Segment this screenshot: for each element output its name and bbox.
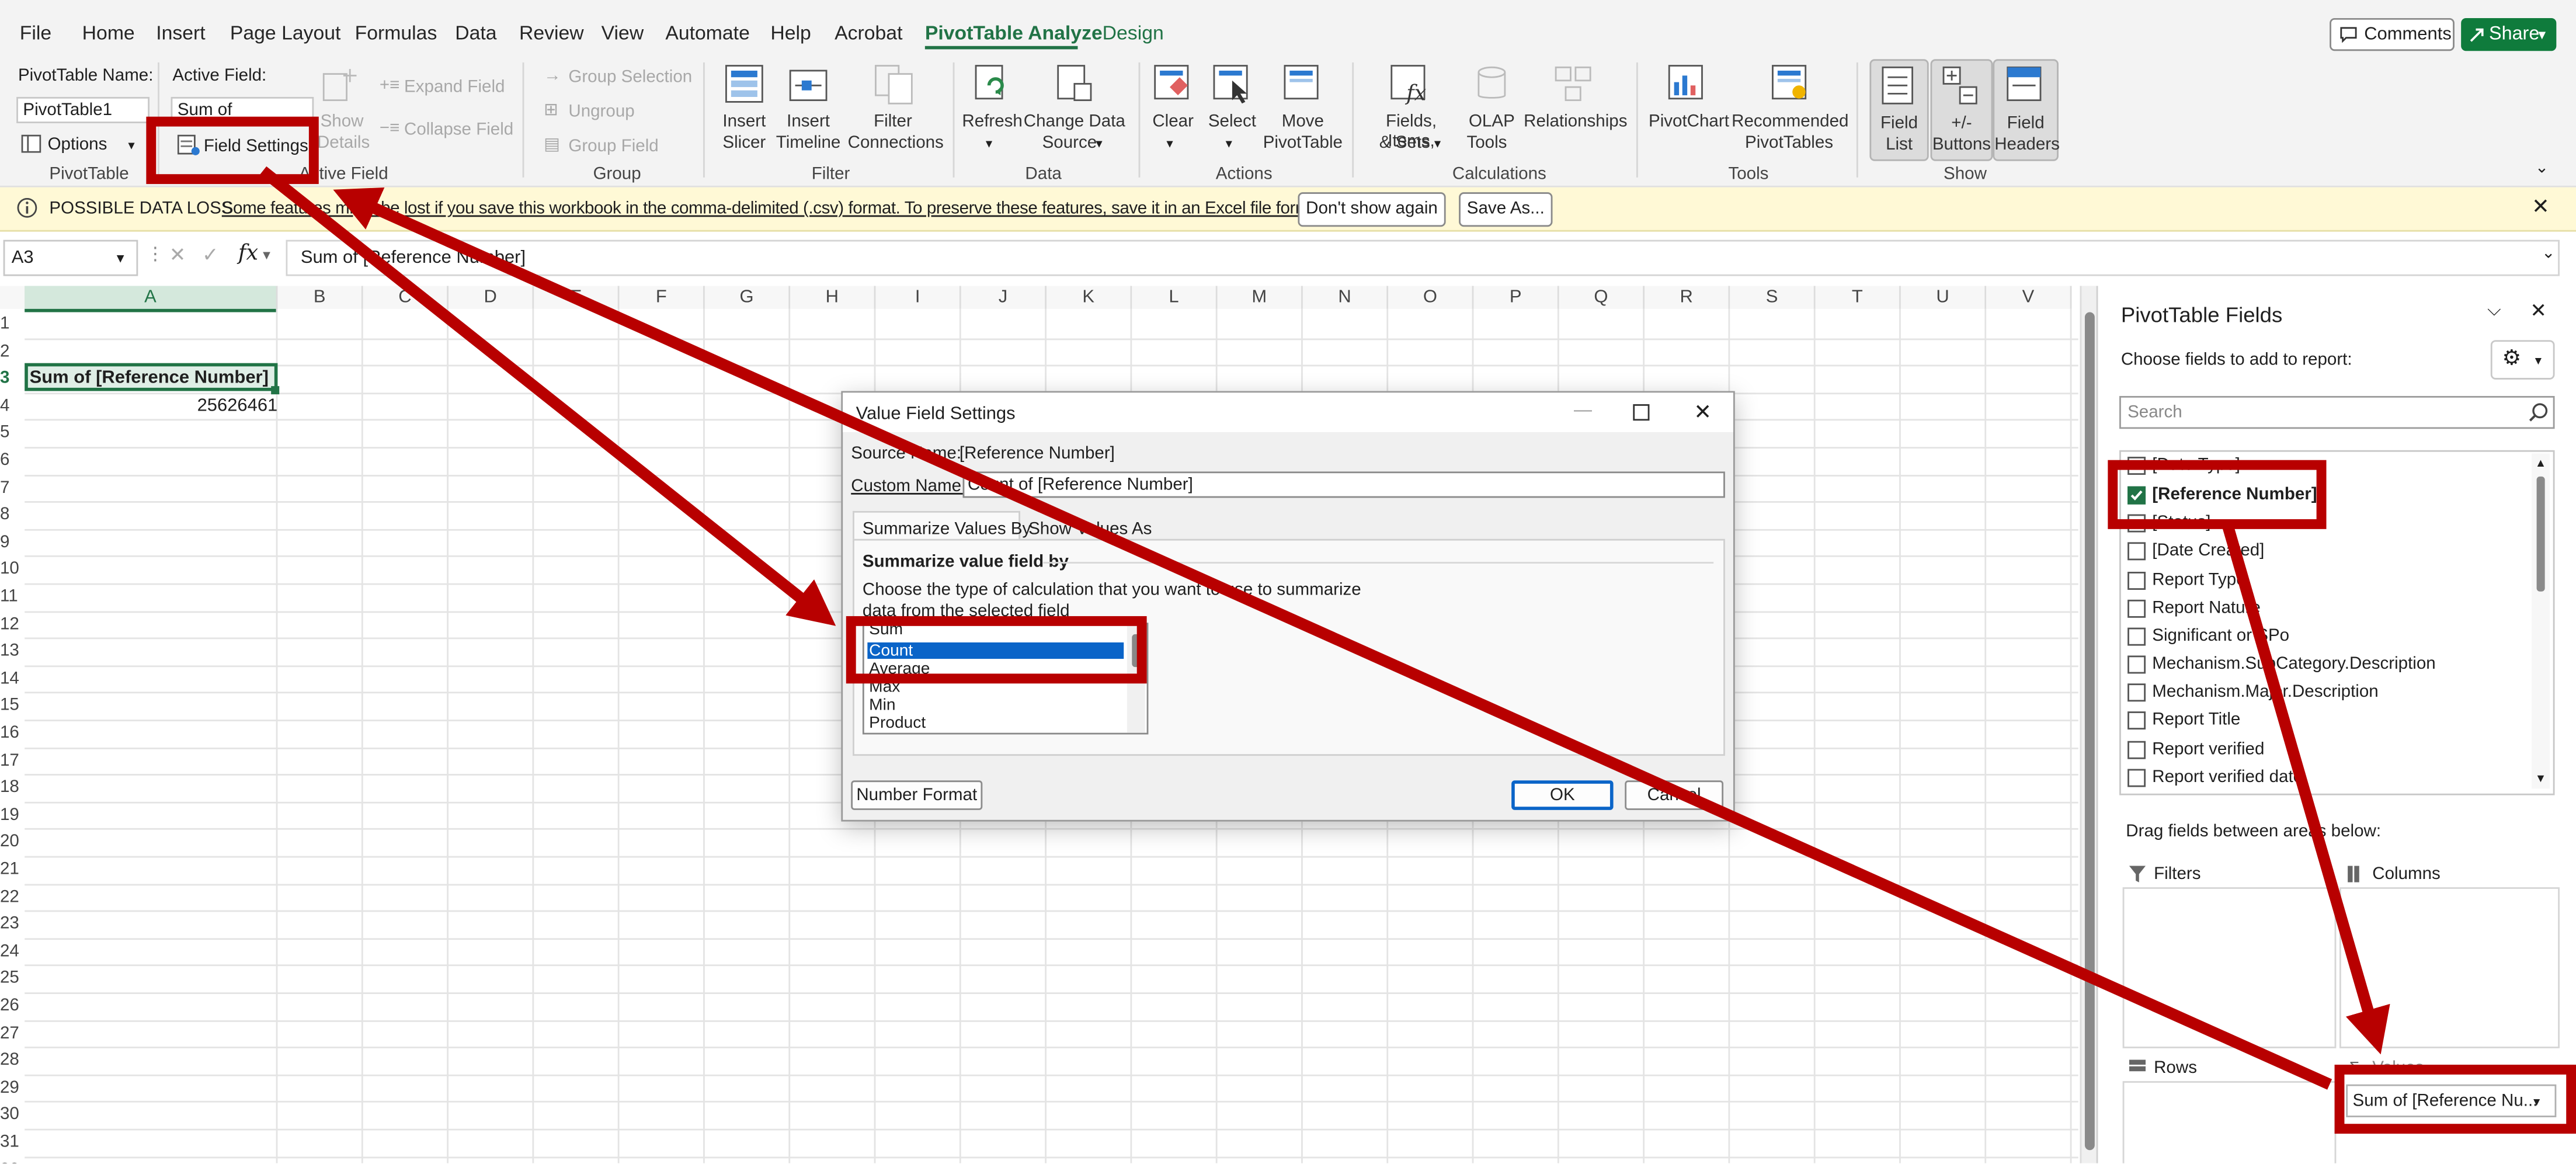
arrow-field-settings-to-count	[259, 166, 836, 626]
arrow-values-to-field-settings	[333, 187, 2332, 1090]
arrow-reference-number-to-values	[2222, 524, 2390, 1055]
annotation-arrows	[259, 166, 2390, 1090]
excel-window: File Home Insert Page Layout Formulas Da…	[0, 0, 2576, 1163]
